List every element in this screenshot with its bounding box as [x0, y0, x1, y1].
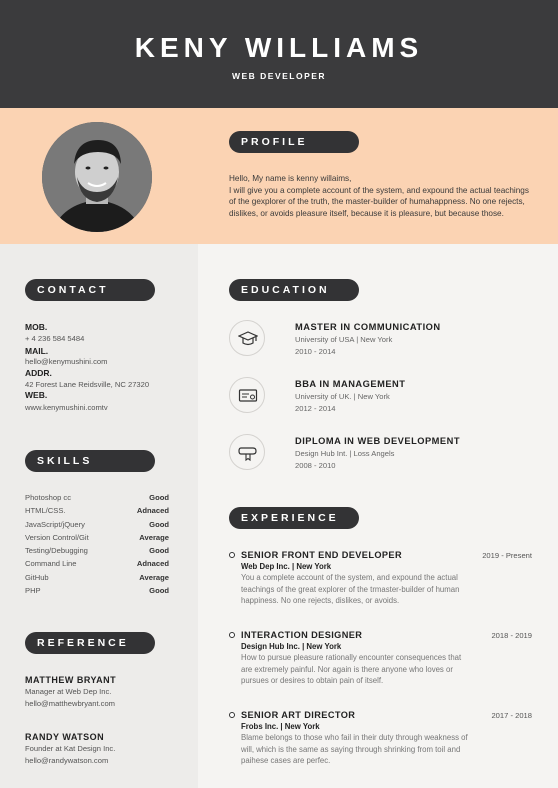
- job-company: Design Hub Inc. | New York: [241, 642, 342, 651]
- education-years: 2010 - 2014: [295, 347, 336, 356]
- mail-value[interactable]: hello@kenymushini.com: [25, 357, 107, 366]
- timeline-dot: [229, 632, 235, 638]
- job-title: SENIOR FRONT END DEVELOPER: [241, 550, 402, 560]
- education-years: 2008 - 2010: [295, 461, 336, 470]
- skill-row: HTML/CSS. Adnaced: [25, 506, 169, 518]
- job-description: Blame belongs to those who fail in their…: [241, 733, 468, 765]
- skill-name: Testing/Debugging: [25, 546, 88, 555]
- diploma-scroll-icon: [229, 434, 265, 470]
- job-dates: 2019 - Present: [482, 551, 532, 560]
- web-value[interactable]: www.kenymushini.comtv: [25, 403, 108, 412]
- skill-level: Average: [139, 533, 169, 542]
- skill-name: JavaScript/jQuery: [25, 520, 85, 529]
- experience-heading: EXPERIENCE: [229, 507, 359, 529]
- profile-heading: PROFILE: [229, 131, 359, 153]
- resume-header: KENY WILLIAMS WEB DEVELOPER: [0, 0, 558, 108]
- timeline-dot: [229, 712, 235, 718]
- contact-heading: CONTACT: [25, 279, 155, 301]
- profile-text: Hello, My name is kenny willaims, I will…: [229, 173, 534, 219]
- job-title: INTERACTION DESIGNER: [241, 630, 363, 640]
- job-company: Frobs Inc. | New York: [241, 722, 320, 731]
- skill-name: Photoshop cc: [25, 493, 72, 502]
- candidate-role: WEB DEVELOPER: [231, 71, 327, 81]
- skill-row: Testing/Debugging Good: [25, 546, 169, 558]
- skill-row: Version Control/Git Average: [25, 533, 169, 545]
- education-heading: EDUCATION: [229, 279, 359, 301]
- reference-email[interactable]: hello@randywatson.com: [25, 756, 108, 765]
- skill-row: Command Line Adnaced: [25, 559, 169, 571]
- skill-level: Good: [149, 493, 169, 502]
- job-dates: 2017 - 2018: [491, 711, 532, 720]
- mobile-value: + 4 236 584 5484: [25, 334, 85, 343]
- skill-level: Average: [139, 573, 169, 582]
- skill-level: Good: [149, 520, 169, 529]
- profile-photo: [42, 122, 152, 232]
- skill-row: Photoshop cc Good: [25, 493, 169, 505]
- skill-name: PHP: [25, 586, 41, 595]
- reference-heading: REFERENCE: [25, 632, 155, 654]
- education-school: Design Hub Int. | Loss Angels: [295, 449, 395, 458]
- skills-heading: SKILLS: [25, 450, 155, 472]
- skill-name: HTML/CSS.: [25, 506, 66, 515]
- skill-level: Adnaced: [136, 559, 169, 568]
- job-title: SENIOR ART DIRECTOR: [241, 710, 356, 720]
- skill-row: JavaScript/jQuery Good: [25, 520, 169, 532]
- job-description: How to pursue pleasure rationally encoun…: [241, 653, 462, 685]
- address-value: 42 Forest Lane Reidsville, NC 27320: [25, 380, 150, 389]
- education-title: DIPLOMA IN WEB DEVELOPMENT: [295, 436, 461, 446]
- reference-name: RANDY WATSON: [25, 732, 105, 742]
- skill-level: Adnaced: [136, 506, 169, 515]
- profile-greeting: Hello, My name is kenny willaims,: [229, 174, 352, 183]
- timeline-dot: [229, 552, 235, 558]
- reference-name: MATTHEW BRYANT: [25, 675, 117, 685]
- skill-name: Command Line: [25, 559, 77, 568]
- graduation-cap-icon: [229, 320, 265, 356]
- skill-row: GitHub Average: [25, 573, 169, 585]
- skill-row: PHP Good: [25, 586, 169, 598]
- reference-email[interactable]: hello@matthewbryant.com: [25, 699, 115, 708]
- skill-level: Good: [149, 546, 169, 555]
- education-school: University of USA | New York: [295, 335, 393, 344]
- candidate-name: KENY WILLIAMS: [134, 32, 424, 63]
- certificate-icon: [229, 377, 265, 413]
- job-description: You a complete account of the system, an…: [241, 573, 460, 605]
- profile-body: I will give you a complete account of th…: [229, 185, 529, 218]
- job-dates: 2018 - 2019: [491, 631, 532, 640]
- mail-label: MAIL.: [25, 346, 49, 356]
- reference-title: Manager at Web Dep Inc.: [25, 687, 112, 696]
- skill-name: Version Control/Git: [25, 533, 89, 542]
- education-title: BBA IN MANAGEMENT: [295, 379, 406, 389]
- web-label: WEB.: [25, 390, 48, 400]
- skill-name: GitHub: [25, 573, 49, 582]
- mobile-label: MOB.: [25, 322, 48, 332]
- education-years: 2012 - 2014: [295, 404, 336, 413]
- education-school: University of UK. | New York: [295, 392, 390, 401]
- job-company: Web Dep Inc. | New York: [241, 562, 332, 571]
- address-label: ADDR.: [25, 368, 52, 378]
- education-title: MASTER IN COMMUNICATION: [295, 322, 441, 332]
- skill-level: Good: [149, 586, 169, 595]
- reference-title: Founder at Kat Design Inc.: [25, 744, 116, 753]
